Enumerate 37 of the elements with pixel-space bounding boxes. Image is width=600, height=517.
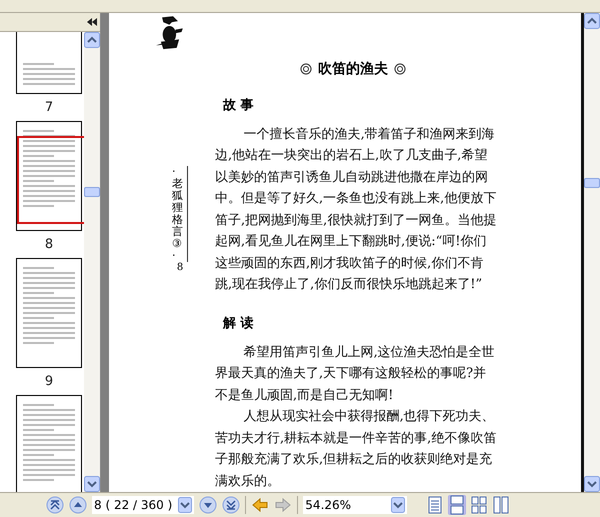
first-page-button[interactable]	[46, 496, 64, 514]
collapse-icon[interactable]	[86, 17, 98, 27]
page-thumbnail[interactable]	[16, 121, 82, 231]
back-arrow-icon[interactable]	[251, 497, 270, 513]
circle-ornament-icon	[300, 62, 312, 74]
page-thumbnail[interactable]	[16, 32, 82, 94]
body-paragraph: 人想从现实社会中获得报酬,也得下死功夫、苦功夫才行,耕耘本就是一件辛苦的事,绝不像吹笛子那般充满了欢乐,但耕耘之后的收获则绝对是充满欢乐的。	[215, 408, 497, 490]
thumbnail-label: 7	[44, 100, 54, 115]
body-paragraph: 一个擅长音乐的渔夫,带着笛子和渔网来到海边,他站在一块突出的岩石上,吹了几支曲子,希望以美妙的笛声引诱鱼儿自动跳进他撒在岸边的网中。但是等了好久,一条鱼也没有跳上来,他便放下笛子,把网抛到海里,很快就打到了一网鱼。当他提起网,看见鱼儿在网里上下翻跳时,便说:“呵!你们这些顽固的东西,刚才我吹笛子的时候,你们不肯跳,现在我停止了,你们反而很快乐地跳起来了!”	[215, 126, 497, 294]
scroll-up-button[interactable]	[584, 13, 600, 29]
zoom-field[interactable]: 54.26%	[303, 496, 408, 514]
thumbnail-label: 9	[44, 374, 54, 389]
page-thumbnail[interactable]	[16, 258, 82, 368]
section-heading: 故 事	[223, 96, 255, 114]
dropdown-icon[interactable]	[178, 497, 192, 513]
facing-continuous-icon[interactable]	[492, 495, 510, 515]
running-header: ·老狐狸格言③·	[172, 166, 188, 262]
chapter-title: 吹笛的渔夫	[318, 60, 388, 78]
section-heading: 解 读	[223, 314, 255, 332]
previous-page-button[interactable]	[69, 496, 87, 514]
scroll-up-button[interactable]	[84, 32, 100, 48]
scrollbar-thumb[interactable]	[84, 187, 100, 197]
thumbnail-label: 8	[44, 237, 54, 252]
scroll-down-button[interactable]	[584, 476, 600, 492]
page-thumbnail[interactable]	[16, 395, 82, 492]
single-page-icon[interactable]	[426, 495, 444, 515]
continuous-pages-icon[interactable]	[448, 495, 466, 515]
body-paragraph: 希望用笛声引鱼儿上网,这位渔夫恐怕是全世界最天真的渔夫了,天下哪有这般轻松的事呢?并不是鱼儿顽固,而是自己无知啊!	[215, 344, 496, 404]
facing-pages-icon[interactable]	[470, 495, 488, 515]
circle-ornament-icon	[394, 62, 406, 74]
last-page-button[interactable]	[222, 496, 240, 514]
scroll-down-button[interactable]	[84, 476, 100, 492]
scrollbar-thumb[interactable]	[584, 178, 600, 188]
page-number-field[interactable]: 8 ( 22 / 360 )	[92, 496, 194, 514]
page-number: 8	[176, 262, 184, 274]
dropdown-icon[interactable]	[391, 497, 406, 513]
next-page-button[interactable]	[199, 496, 218, 514]
